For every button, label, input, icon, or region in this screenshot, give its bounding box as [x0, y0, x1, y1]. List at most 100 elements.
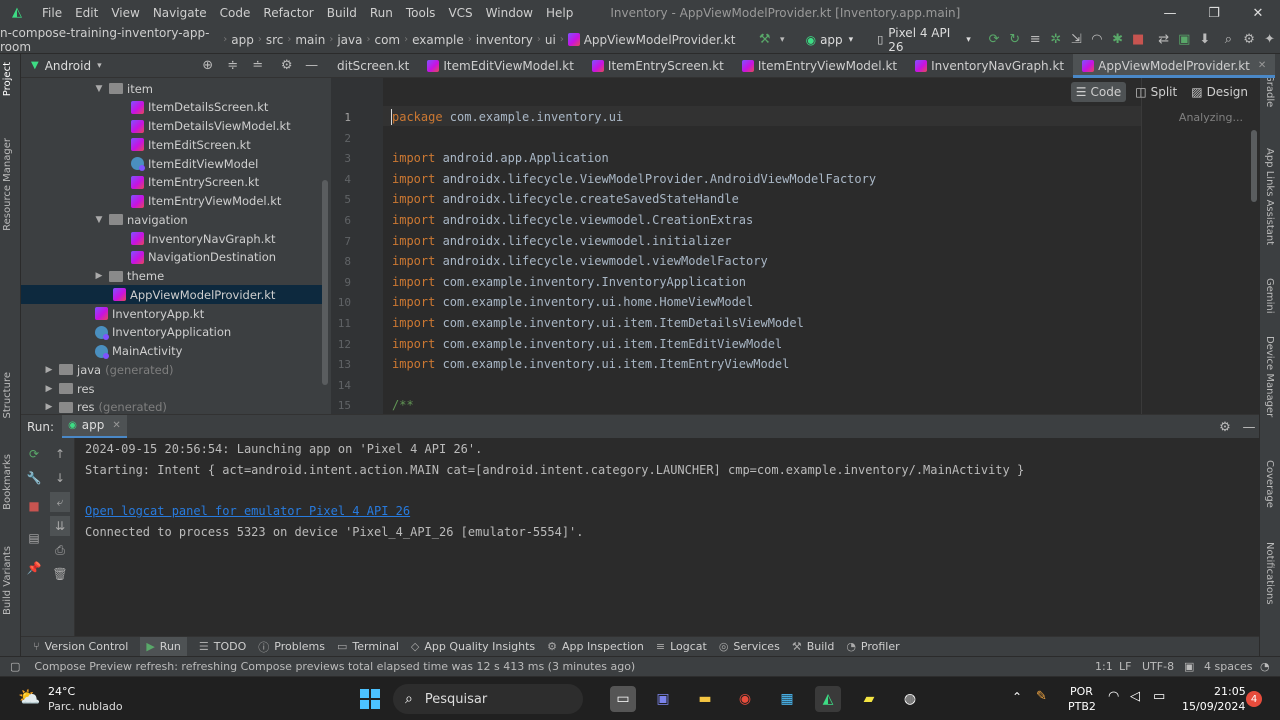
editorconfig-icon[interactable]: ▣ [1184, 660, 1194, 673]
menu-help[interactable]: Help [546, 6, 573, 20]
layout-icon[interactable]: ▤ [24, 528, 44, 548]
project-tree-item[interactable]: ▶ java (generated) [43, 360, 174, 379]
tab-item-edit-viewmodel[interactable]: ItemEditViewModel.kt [418, 54, 583, 78]
android-studio-taskbar-icon[interactable]: ◭ [815, 686, 841, 712]
keyboard-layout[interactable]: PTB2 [1068, 700, 1096, 713]
start-button[interactable] [357, 686, 383, 712]
resource-manager-tool-tab[interactable]: Resource Manager [2, 138, 13, 231]
search-icon[interactable]: ⌕ [1221, 32, 1236, 48]
app-quality-insights-tool[interactable]: ◇ App Quality Insights [411, 640, 535, 653]
menu-view[interactable]: View [111, 6, 139, 20]
terminal-tool[interactable]: ▭ Terminal [337, 640, 399, 653]
debug-icon[interactable]: ✲ [1049, 32, 1064, 48]
minimize-button[interactable]: — [1148, 0, 1192, 26]
tab-inventory-nav-graph[interactable]: InventoryNavGraph.kt [906, 54, 1073, 78]
scroll-to-end-icon[interactable]: ⇊ [50, 516, 70, 536]
chevron-right-icon[interactable]: ▶ [43, 402, 55, 412]
breadcrumb-example[interactable]: example [412, 33, 464, 47]
browser-icon[interactable]: ◉ [732, 686, 758, 712]
project-tree-item[interactable]: ItemDetailsScreen.kt [131, 98, 268, 117]
gear-icon[interactable]: ⚙ [1217, 419, 1233, 435]
profiler-tool[interactable]: ◔ Profiler [846, 640, 899, 653]
profile-icon[interactable]: ◠ [1090, 32, 1105, 48]
build-tool[interactable]: ⚒ Build [792, 640, 835, 653]
print-icon[interactable]: ⎙ [50, 540, 70, 560]
battery-icon[interactable]: ▭ [1153, 689, 1165, 704]
clock-date[interactable]: 15/09/2024 [1182, 700, 1245, 713]
problems-tool[interactable]: ⓘ Problems [258, 639, 325, 655]
sdk-manager-icon[interactable]: ⬇ [1198, 32, 1213, 48]
app-links-tool-tab[interactable]: App Links Assistant [1264, 148, 1275, 245]
app-inspection-tool[interactable]: ⚙ App Inspection [547, 640, 644, 653]
project-tree-item[interactable]: ItemEntryScreen.kt [131, 173, 259, 192]
file-explorer-icon[interactable]: ▬ [692, 686, 718, 712]
device-selector[interactable]: ▯ Pixel 4 API 26 ▾ [871, 26, 977, 54]
breadcrumb-ui[interactable]: ui [545, 33, 556, 47]
menu-run[interactable]: Run [370, 6, 393, 20]
run-config-tab[interactable]: ◉ app ✕ [62, 414, 127, 439]
run-tool[interactable]: ▶ Run [140, 636, 187, 657]
taskbar-search[interactable]: ⌕ Pesquisar [393, 684, 583, 714]
editor-scrollbar[interactable] [1251, 130, 1257, 202]
tab-item-entry-viewmodel[interactable]: ItemEntryViewModel.kt [733, 54, 906, 78]
notifications-tool-tab[interactable]: Notifications [1264, 542, 1275, 605]
breadcrumb-app[interactable]: app [231, 33, 254, 47]
hide-panel-icon[interactable]: — [1241, 419, 1257, 435]
menu-tools[interactable]: Tools [406, 6, 436, 20]
close-tab-icon[interactable]: ✕ [112, 420, 120, 431]
breadcrumb-src[interactable]: src [266, 33, 284, 47]
menu-window[interactable]: Window [486, 6, 533, 20]
wrench-icon[interactable]: 🔧 [24, 468, 44, 488]
menu-refactor[interactable]: Refactor [263, 6, 313, 20]
menu-file[interactable]: File [42, 6, 62, 20]
menu-navigate[interactable]: Navigate [153, 6, 207, 20]
chevron-down-icon[interactable]: ▼ [93, 84, 105, 94]
expand-all-icon[interactable]: ≑ [225, 58, 241, 74]
bookmarks-tool-tab[interactable]: Bookmarks [2, 454, 13, 510]
project-tree-item[interactable]: NavigationDestination [131, 248, 276, 267]
project-tool-tab[interactable]: Project [2, 62, 13, 96]
file-encoding[interactable]: UTF-8 [1142, 660, 1174, 673]
project-tree-item[interactable]: ▶ res [43, 379, 95, 398]
close-tab-icon[interactable]: ✕ [1258, 60, 1266, 71]
gemini-icon[interactable]: ✦ [1262, 32, 1277, 48]
task-view-icon[interactable]: ▭ [610, 686, 636, 712]
gradle-tool-tab[interactable]: Gradle [1264, 74, 1275, 107]
rerun-icon[interactable]: ⟳ [987, 32, 1002, 48]
gemini-tool-tab[interactable]: Gemini [1264, 278, 1275, 314]
tab-item-entry-screen[interactable]: ItemEntryScreen.kt [583, 54, 733, 78]
project-tree-item[interactable]: InventoryApp.kt [95, 304, 204, 323]
open-logcat-link[interactable]: Open logcat panel for emulator Pixel 4 A… [85, 504, 410, 518]
soft-wrap-icon[interactable]: ⤶ [50, 492, 70, 512]
project-tree-item[interactable]: AppViewModelProvider.kt [21, 285, 323, 305]
device-manager-icon[interactable]: ▣ [1177, 32, 1192, 48]
menu-code[interactable]: Code [220, 6, 251, 20]
breadcrumb-main[interactable]: main [295, 33, 325, 47]
stop-icon[interactable]: ■ [24, 496, 44, 516]
tab-app-viewmodel-provider[interactable]: AppViewModelProvider.kt ✕ [1073, 53, 1276, 78]
menu-build[interactable]: Build [327, 6, 357, 20]
breadcrumb-file[interactable]: AppViewModelProvider.kt [584, 33, 736, 47]
pen-icon[interactable]: ✎ [1036, 689, 1047, 704]
apply-changes-icon[interactable]: ↻ [1007, 32, 1022, 48]
menu-vcs[interactable]: VCS [448, 6, 472, 20]
tab-edit-screen[interactable]: ditScreen.kt [331, 54, 418, 78]
layout-toggle-icon[interactable]: ▢ [10, 660, 20, 673]
menu-edit[interactable]: Edit [75, 6, 98, 20]
project-tree-item[interactable]: InventoryNavGraph.kt [131, 229, 275, 248]
weather-temperature[interactable]: 24°C [48, 685, 75, 698]
caret-position[interactable]: 1:1 [1095, 660, 1113, 673]
volume-icon[interactable]: ◁ [1130, 689, 1140, 704]
code-view-button[interactable]: ☰ Code [1070, 82, 1127, 102]
services-tool[interactable]: ◎ Services [719, 640, 780, 653]
notification-badge[interactable]: 4 [1246, 691, 1262, 707]
arrow-down-icon[interactable]: ↓ [50, 468, 70, 488]
project-tree-item[interactable]: ▼ item [93, 79, 153, 98]
maximize-button[interactable]: ❐ [1192, 0, 1236, 26]
chevron-right-icon[interactable]: ▶ [43, 384, 55, 394]
pin-icon[interactable]: 📌 [24, 558, 44, 578]
project-tree-item[interactable]: ▼ navigation [93, 210, 188, 229]
line-separator[interactable]: LF [1119, 660, 1131, 673]
project-tree-item[interactable]: ItemEditViewModel [131, 154, 258, 173]
code-editor[interactable]: 1 2 3 4 5 6 7 8 9 10 11 12 13 14 15 package com.exampl… [331, 78, 1259, 414]
